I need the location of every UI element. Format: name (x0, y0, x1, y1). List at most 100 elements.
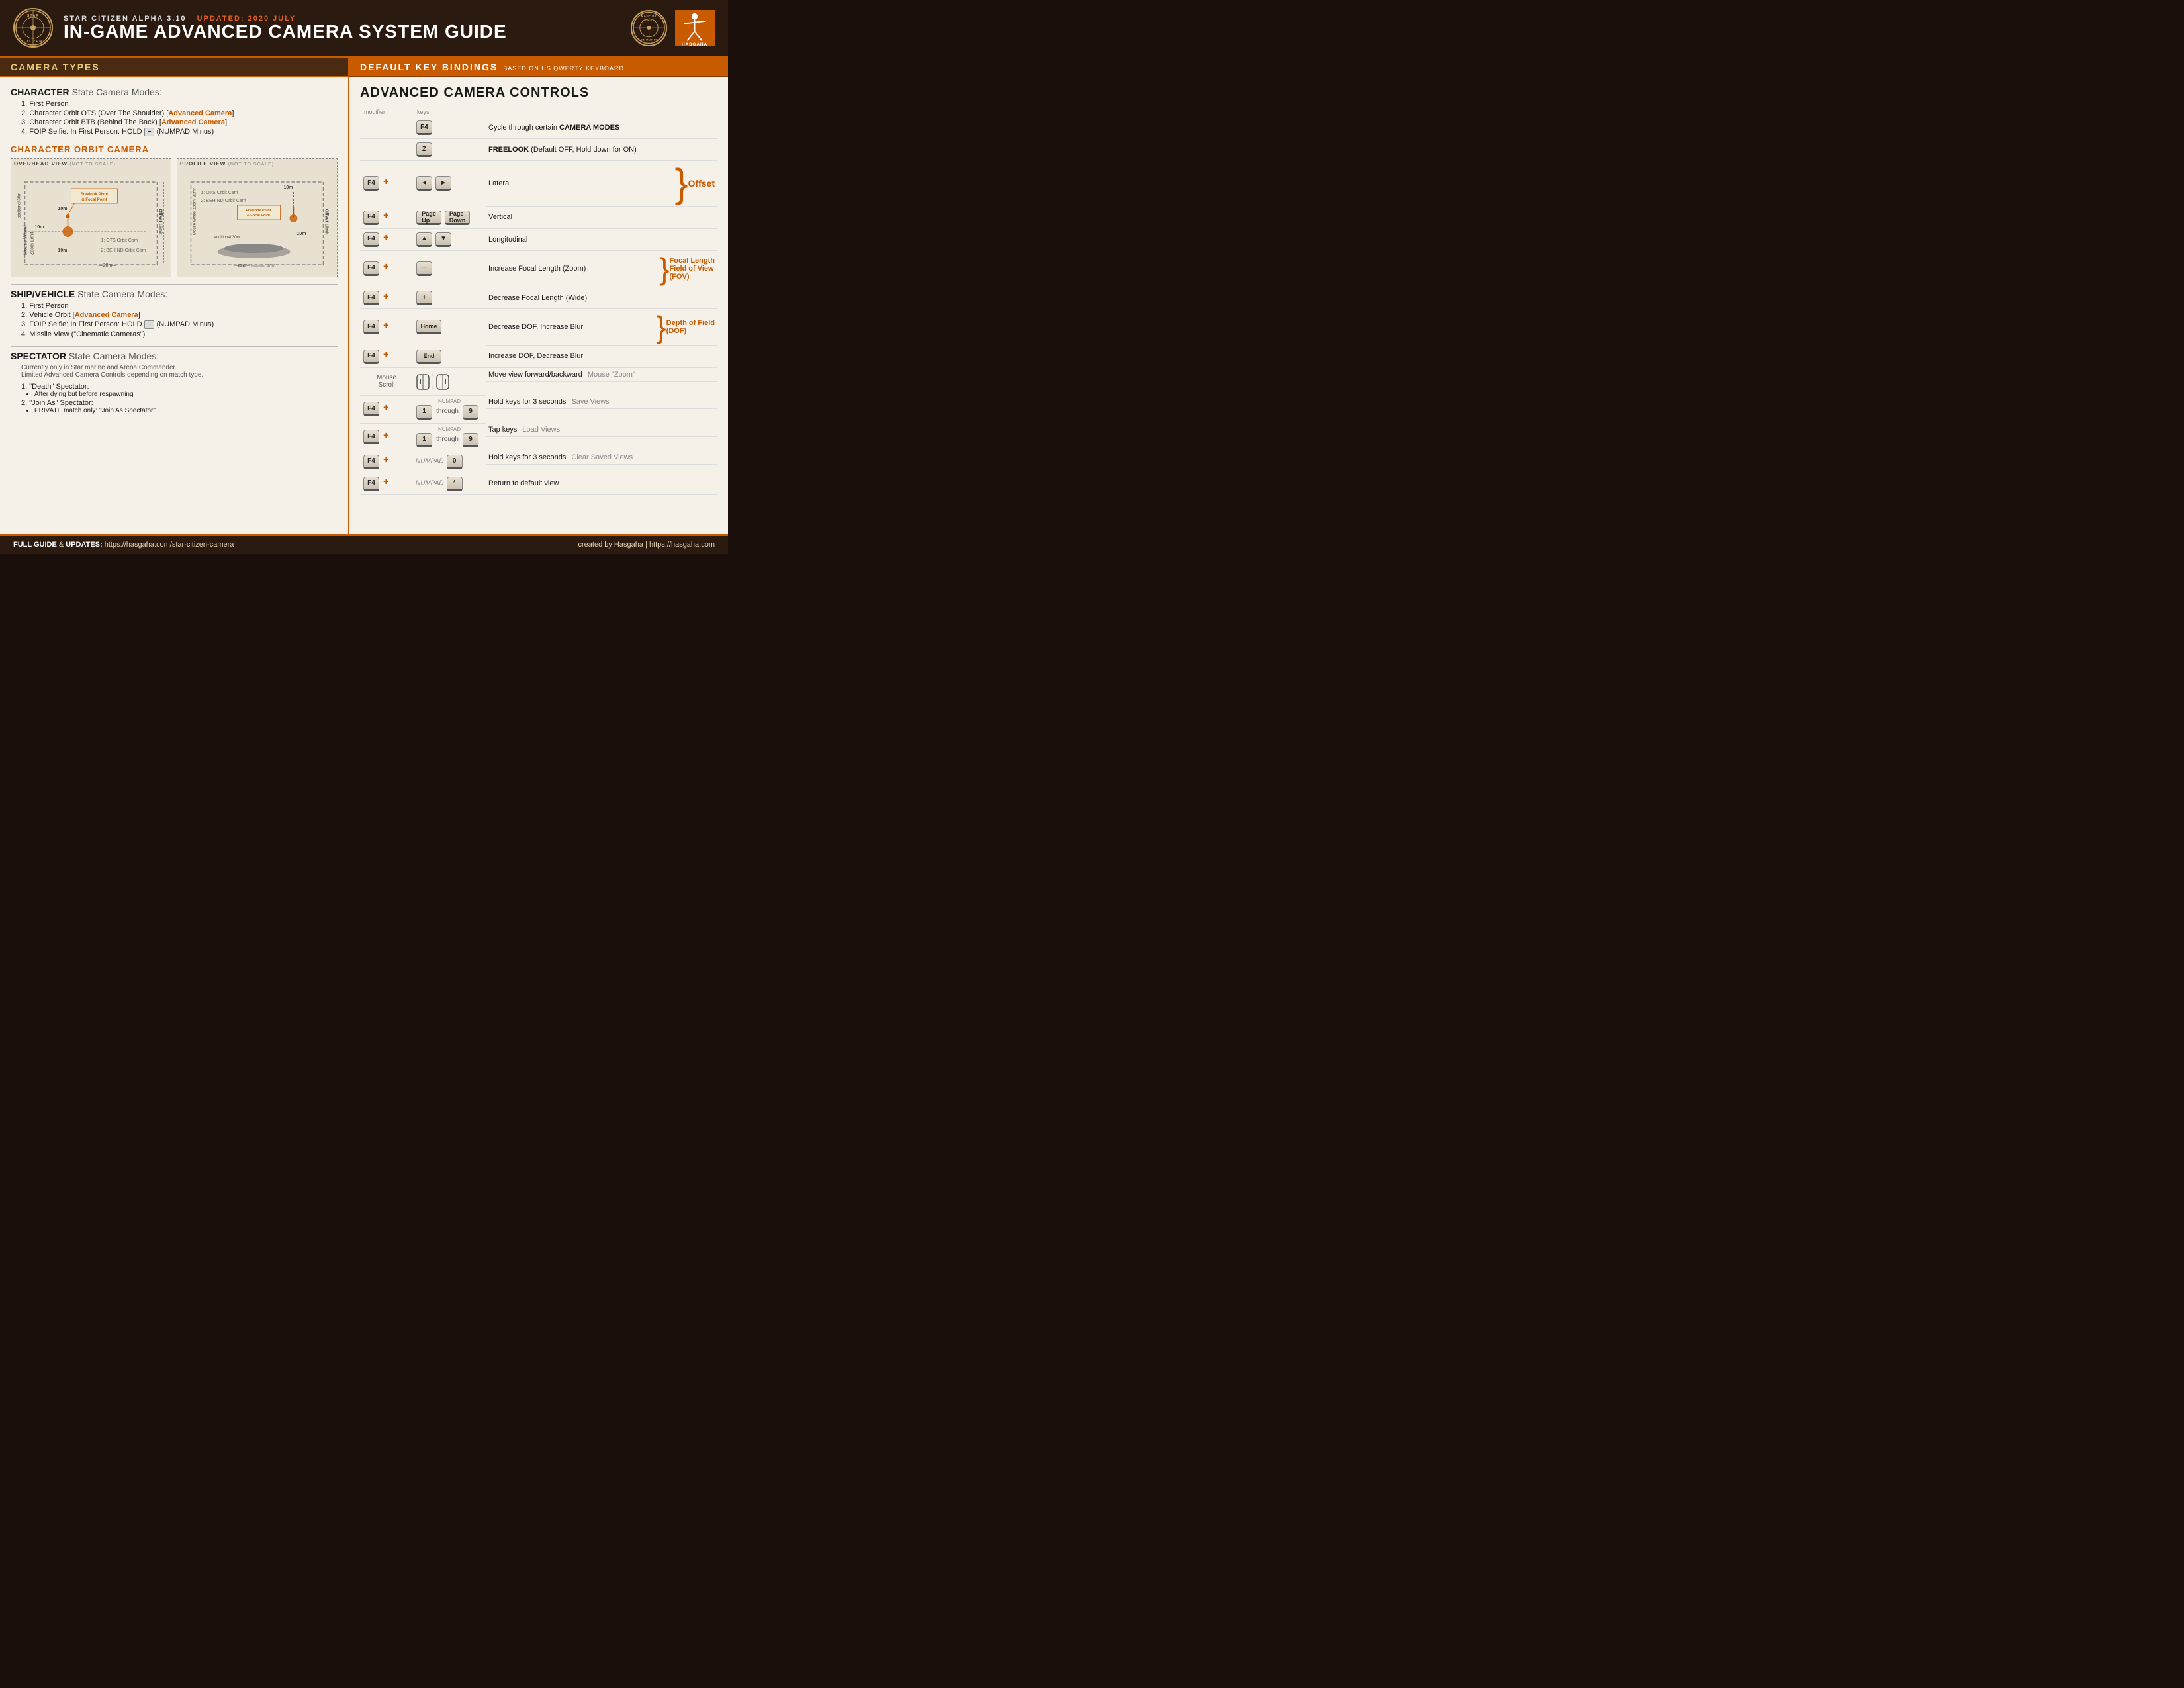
left-panel: CAMERA TYPES CHARACTER State Camera Mode… (0, 58, 349, 534)
profile-diagram-svg: Offset Limit MISC Freelancer: 37m* (177, 169, 337, 271)
footer-updates: UPDATES: (66, 541, 102, 549)
svg-text:1: OTS Orbit Cam: 1: OTS Orbit Cam (101, 238, 138, 243)
table-row: F4 + ▲ ▼ Longitudinal (360, 228, 717, 250)
end-key: End (416, 350, 441, 364)
footer-and: & (59, 541, 66, 549)
svg-text:2: BEHIND Orbit Cam: 2: BEHIND Orbit Cam (201, 199, 246, 203)
svg-text:—20m—: —20m— (99, 263, 117, 268)
footer-left: FULL GUIDE & UPDATES: https://hasgaha.co… (13, 541, 234, 549)
svg-text:additional 30m: additional 30m (18, 193, 22, 218)
spectator-state-title: SPECTATOR State Camera Modes: (11, 351, 338, 361)
desc-cell: Longitudinal (486, 228, 717, 250)
modifier-cell: MouseScroll (360, 367, 413, 395)
modifier-cell: F4 + (360, 161, 413, 207)
star-citizen-logo: STAR CITIZEN (13, 8, 53, 48)
right-section-header: DEFAULT KEY BINDINGS based on US QWERTY … (349, 58, 728, 77)
svg-text:Freelook Pivot: Freelook Pivot (81, 193, 108, 197)
numpad-1-key: 1 (416, 405, 432, 420)
overhead-label: OVERHEAD VIEW (not to scale) (11, 159, 171, 169)
character-state-list: 1. First Person 2. Character Orbit OTS (… (21, 100, 338, 136)
modifier-cell: F4 + (360, 395, 413, 423)
modifier-cell: F4 + (360, 207, 413, 228)
f4-mod-key: F4 (363, 350, 379, 364)
character-state-title: CHARACTER State Camera Modes: (11, 87, 338, 97)
modifier-cell (360, 117, 413, 139)
ship-state-list: 1. First Person 2. Vehicle Orbit [Advanc… (21, 302, 338, 338)
desc-cell: Decrease Focal Length (Wide) (486, 287, 717, 309)
modifier-cell: F4 + (360, 250, 413, 287)
svg-text:1: OTS Orbit Cam: 1: OTS Orbit Cam (201, 191, 238, 195)
svg-text:10m: 10m (58, 248, 68, 253)
keys-cell: PageUp PageDown (413, 207, 486, 228)
footer-url: https://hasgaha.com/star-citizen-camera (105, 541, 234, 549)
svg-text:—20m—: —20m— (234, 264, 249, 268)
main-content: CAMERA TYPES CHARACTER State Camera Mode… (0, 58, 728, 534)
header: STAR CITIZEN STAR CITIZEN ALPHA 3.10 UPD… (0, 0, 728, 58)
left-arrow-key: ◄ (416, 176, 432, 191)
modifier-cell: F4 + (360, 451, 413, 473)
ship-state-title: SHIP/VEHICLE State Camera Modes: (11, 289, 338, 299)
svg-text:Mouse Wheel: Mouse Wheel (24, 225, 28, 255)
svg-text:& Focal Point: & Focal Point (247, 214, 270, 218)
table-row: F4 + Home Decrease DOF, Increase Blur } … (360, 309, 717, 346)
desc-cell: Move view forward/backward Mouse "Zoom" (486, 368, 717, 382)
desc-cell: Hold keys for 3 seconds Clear Saved View… (486, 451, 717, 465)
modifier-cell: F4 + (360, 423, 413, 451)
fov-label: Focal Length Field of View (FOV) (670, 257, 715, 281)
svg-text:10m: 10m (297, 232, 306, 236)
desc-cell: Cycle through certain CAMERA MODES (486, 117, 717, 139)
desc-cell: Lateral } Offset (486, 161, 717, 207)
col-keys: keys (413, 107, 486, 117)
svg-text:& Focal Point: & Focal Point (81, 198, 107, 202)
right-section-sub: based on US QWERTY keyboard (503, 65, 624, 71)
bindings-table: modifier keys F4 Cycle through certain C… (360, 107, 717, 495)
desc-cell: Tap keys Load Views (486, 423, 717, 437)
list-item: 2. "Join As" Spectator: PRIVATE match on… (21, 399, 338, 414)
orbit-diagram: OVERHEAD VIEW (not to scale) Offset Limi… (11, 158, 338, 277)
list-item: 2. Character Orbit OTS (Over The Shoulde… (21, 109, 338, 117)
table-row: F4 + + Decrease Focal Length (Wide) (360, 287, 717, 309)
modifier-cell: F4 + (360, 287, 413, 309)
header-left: STAR CITIZEN STAR CITIZEN ALPHA 3.10 UPD… (13, 8, 507, 48)
svg-text:THE: THE (645, 19, 653, 22)
minus-key: − (416, 261, 432, 276)
keys-cell: NUMPAD 1 through 9 (413, 423, 486, 451)
numpad-1-key-2: 1 (416, 433, 432, 447)
f4-mod-key: F4 (363, 320, 379, 334)
svg-text:10m: 10m (284, 185, 293, 190)
fov-brace: } (659, 254, 669, 284)
divider-2 (11, 346, 338, 347)
table-row: F4 Cycle through certain CAMERA MODES (360, 117, 717, 139)
save-views-label: Save Views (571, 398, 609, 406)
svg-text:additional 30m: additional 30m (214, 236, 240, 240)
list-item: 1. First Person (21, 302, 338, 310)
numpad-9-key: 9 (463, 405, 478, 420)
f4-key: F4 (416, 120, 432, 135)
z-key: Z (416, 142, 432, 157)
svg-text:Freelook Pivot: Freelook Pivot (246, 209, 271, 212)
table-row: F4 + NUMPAD 1 through 9 Hold keys for 3 … (360, 395, 717, 423)
keys-cell: NUMPAD * (413, 473, 486, 494)
table-row: MouseScroll (360, 367, 717, 395)
f4-mod-key: F4 (363, 477, 379, 491)
clear-views-label: Clear Saved Views (571, 453, 633, 461)
svg-text:CITIZEN: CITIZEN (24, 40, 42, 44)
spectator-intro: Currently only in Star marine and Arena … (21, 364, 338, 379)
modifier-cell (360, 139, 413, 161)
svg-text:10m: 10m (35, 225, 44, 230)
svg-text:MADE BY: MADE BY (641, 14, 657, 17)
f4-mod-key: F4 (363, 261, 379, 276)
load-views-label: Load Views (522, 426, 560, 434)
footer-created-by: created by Hasgaha (578, 541, 643, 549)
list-item: 3. FOIP Selfie: In First Person: HOLD − … (21, 320, 338, 329)
svg-text:↑: ↑ (432, 371, 435, 378)
svg-text:Offset Limit: Offset Limit (324, 209, 329, 236)
modifier-cell: F4 + (360, 228, 413, 250)
overhead-diagram-svg: Offset Limit 10m (11, 169, 171, 271)
f4-mod-key: F4 (363, 455, 379, 469)
divider-1 (11, 284, 338, 285)
controls-title: ADVANCED CAMERA CONTROLS (360, 85, 717, 101)
modifier-cell: F4 + (360, 346, 413, 367)
up-arrow-key: ▲ (416, 232, 432, 247)
plus-key: + (416, 291, 432, 305)
